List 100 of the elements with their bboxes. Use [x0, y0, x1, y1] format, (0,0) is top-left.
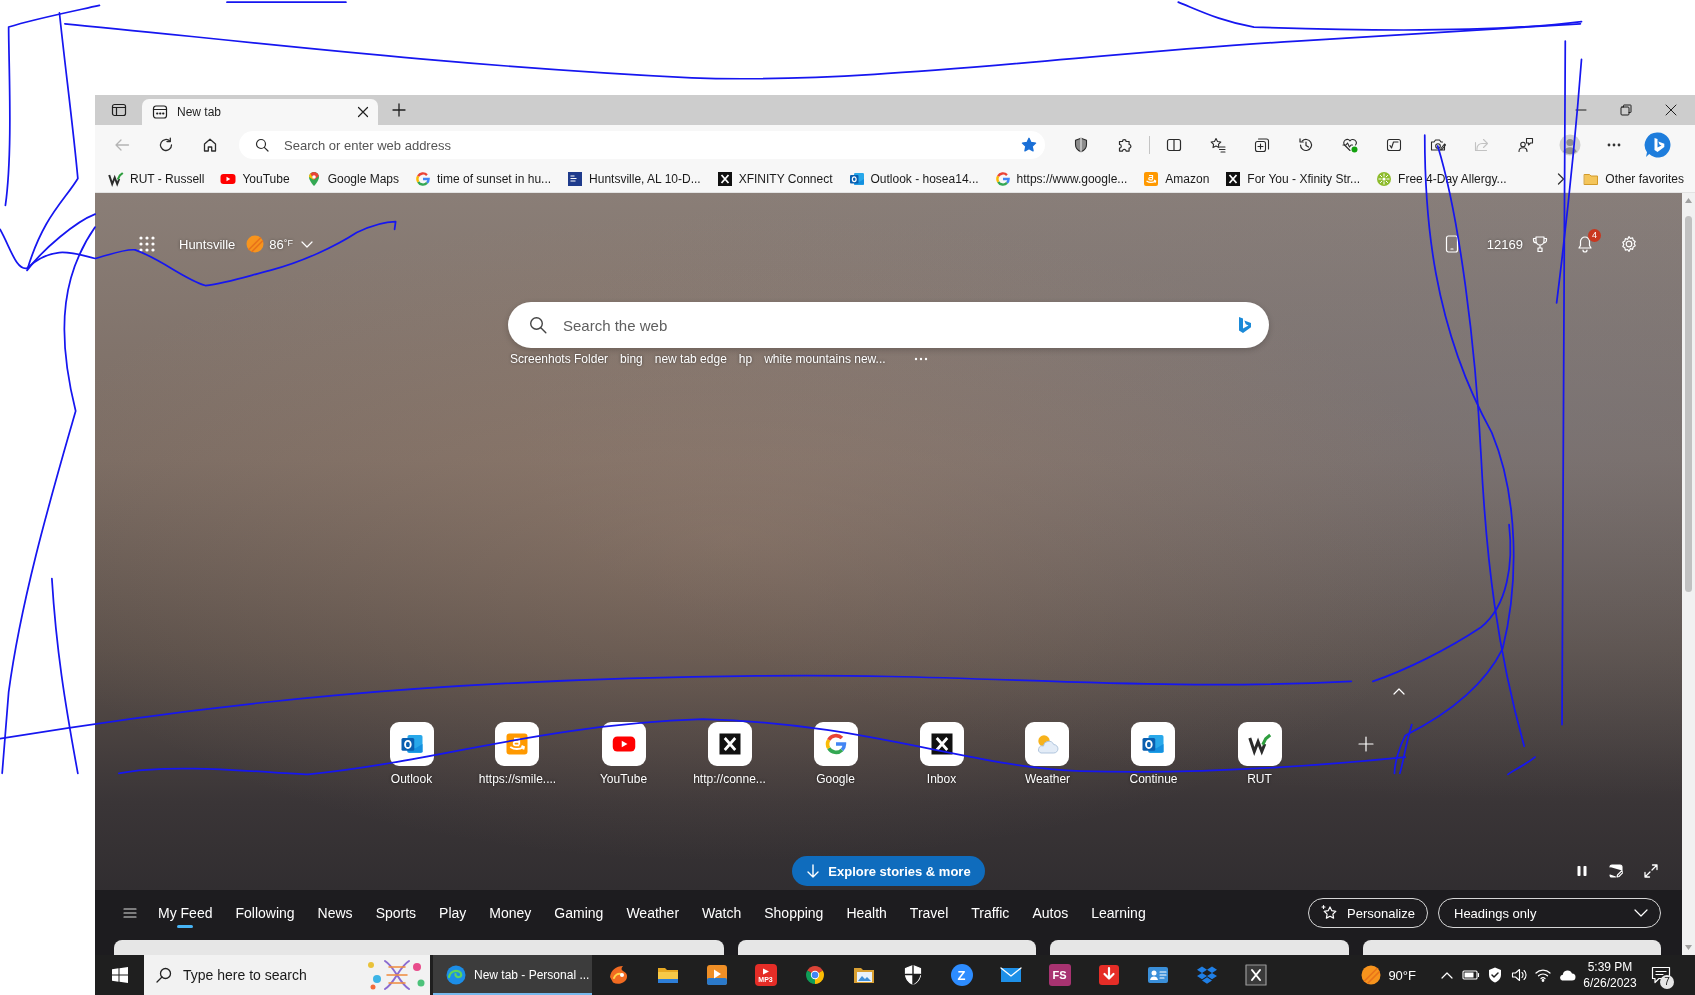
favorite-link[interactable]: RUT - Russell: [108, 170, 205, 187]
shield-icon[interactable]: [902, 964, 923, 986]
quick-link[interactable]: Inbox: [919, 722, 964, 786]
favorite-link[interactable]: Google Maps: [305, 170, 399, 187]
close-icon[interactable]: [357, 106, 369, 118]
apps-grid-icon[interactable]: [139, 236, 155, 252]
b-logo-icon[interactable]: [1237, 316, 1253, 334]
notification-icon[interactable]: [1651, 966, 1671, 984]
envelope-icon[interactable]: [999, 966, 1022, 984]
clock-date[interactable]: 6/26/2023: [1583, 976, 1637, 990]
menu-icon[interactable]: [123, 907, 137, 919]
quick-link[interactable]: http://conne...: [693, 722, 766, 786]
favorite-link[interactable]: Huntsville, AL 10-D...: [567, 170, 701, 187]
circle-logo-icon[interactable]: [803, 964, 826, 986]
bell-icon[interactable]: [1576, 235, 1594, 253]
scrollbar[interactable]: [1682, 193, 1695, 955]
feedback-icon[interactable]: [1518, 137, 1534, 153]
box-logo-icon[interactable]: [1195, 965, 1218, 985]
address-input[interactable]: Search or enter web address: [284, 137, 1006, 153]
expand-icon[interactable]: [1644, 864, 1658, 878]
restore-icon[interactable]: [1620, 104, 1632, 116]
quick-link[interactable]: Google: [813, 722, 858, 786]
chevron-up-icon[interactable]: [1441, 971, 1453, 979]
search-suggestion[interactable]: Screenhots Folder: [510, 352, 609, 366]
chevron-right-icon[interactable]: [1557, 172, 1566, 185]
pause-icon[interactable]: [1576, 865, 1588, 877]
settings-icon[interactable]: [1620, 235, 1638, 253]
folder-icon[interactable]: [656, 965, 679, 985]
feed-tab[interactable]: Sports: [375, 897, 417, 929]
feed-tab[interactable]: Shopping: [764, 897, 824, 929]
location-text[interactable]: Huntsville: [179, 236, 236, 252]
search-suggestion[interactable]: hp: [738, 352, 753, 366]
web-search-input[interactable]: Search the web: [563, 316, 1221, 334]
camera-pen-icon[interactable]: [1430, 137, 1446, 153]
fs-app-button[interactable]: FS: [1048, 964, 1071, 986]
security-shield-icon[interactable]: [1488, 967, 1502, 983]
chevron-down-icon[interactable]: [300, 240, 313, 248]
heart-pulse-icon[interactable]: [1342, 137, 1358, 153]
feed-tab[interactable]: Play: [439, 897, 467, 929]
media-player-icon[interactable]: [705, 964, 728, 986]
feed-tab[interactable]: My Feed: [158, 897, 213, 929]
collections-icon[interactable]: [1254, 137, 1270, 153]
search-suggestion[interactable]: white mountains new...: [764, 352, 886, 366]
feed-tab[interactable]: Following: [235, 897, 295, 929]
download-icon[interactable]: [1097, 964, 1120, 986]
web-search-bar[interactable]: Search the web: [508, 302, 1269, 348]
feed-tab[interactable]: Gaming: [554, 897, 604, 929]
search-suggestion[interactable]: new tab edge: [654, 352, 727, 366]
shield-icon[interactable]: [1073, 137, 1089, 153]
tab-actions-icon[interactable]: [111, 102, 127, 118]
flame-logo-icon[interactable]: [607, 964, 630, 986]
contact-card-icon[interactable]: [1146, 965, 1169, 985]
quick-link[interactable]: RUT: [1237, 722, 1282, 786]
explore-button[interactable]: Explore stories & more: [792, 856, 985, 886]
split-screen-icon[interactable]: [1166, 137, 1182, 153]
trophy-icon[interactable]: [1531, 235, 1549, 253]
feed-tab[interactable]: News: [317, 897, 353, 929]
feed-tab[interactable]: Money: [489, 897, 532, 929]
favorite-link[interactable]: YouTube: [220, 170, 290, 187]
x-logo-icon[interactable]: [1244, 964, 1267, 986]
feed-tab[interactable]: Traffic: [971, 897, 1010, 929]
chevron-up-icon[interactable]: [1392, 688, 1405, 695]
search-suggestion[interactable]: bing: [620, 352, 643, 366]
feed-tab[interactable]: Watch: [702, 897, 742, 929]
taskbar-search-bar[interactable]: Type here to search: [144, 955, 430, 995]
cloud-icon[interactable]: [1558, 969, 1576, 981]
address-bar[interactable]: Search or enter web address: [239, 131, 1045, 159]
plus-icon[interactable]: [392, 103, 406, 117]
feed-tab[interactable]: Health: [846, 897, 887, 929]
wifi-icon[interactable]: [1535, 968, 1551, 982]
favorite-link[interactable]: For You - Xfinity Str...: [1225, 170, 1361, 187]
feed-tab[interactable]: Learning: [1091, 897, 1146, 929]
puzzle-icon[interactable]: [1117, 137, 1133, 153]
scrollbar-thumb[interactable]: [1685, 216, 1692, 592]
taskbar-search-input[interactable]: Type here to search: [183, 967, 354, 983]
phone-icon[interactable]: [1444, 235, 1459, 253]
refresh-icon[interactable]: [158, 137, 174, 153]
quick-link[interactable]: https://smile....: [478, 722, 557, 786]
feed-tab[interactable]: Weather: [626, 897, 680, 929]
quick-link[interactable]: Continue: [1129, 722, 1178, 786]
temperature-text[interactable]: 86$^{°F}$: [269, 236, 293, 252]
star-icon[interactable]: [1021, 137, 1037, 153]
photo-folder-icon[interactable]: [852, 965, 875, 985]
weather-temperature[interactable]: 90°F: [1388, 967, 1416, 983]
math-solver-icon[interactable]: [1386, 137, 1402, 153]
quick-link[interactable]: Outlook: [389, 722, 434, 786]
more-icon[interactable]: [1607, 143, 1621, 147]
browser-tab[interactable]: New tab: [142, 99, 378, 125]
home-icon[interactable]: [202, 137, 218, 153]
favorite-link[interactable]: https://www.google...: [994, 170, 1128, 187]
favorite-link[interactable]: time of sunset in hu...: [415, 170, 552, 187]
history-icon[interactable]: [1298, 137, 1314, 153]
rewards-points[interactable]: 12169: [1486, 236, 1523, 252]
taskbar-window-button[interactable]: New tab - Personal ...: [433, 955, 592, 995]
close-icon[interactable]: [1665, 104, 1677, 116]
favorite-link[interactable]: Amazon: [1143, 170, 1210, 187]
edit-image-icon[interactable]: [1609, 864, 1623, 878]
favorites-folder[interactable]: Other favorites: [1583, 170, 1684, 187]
b-logo-icon[interactable]: [1644, 131, 1672, 159]
feed-tab[interactable]: Travel: [909, 897, 949, 929]
